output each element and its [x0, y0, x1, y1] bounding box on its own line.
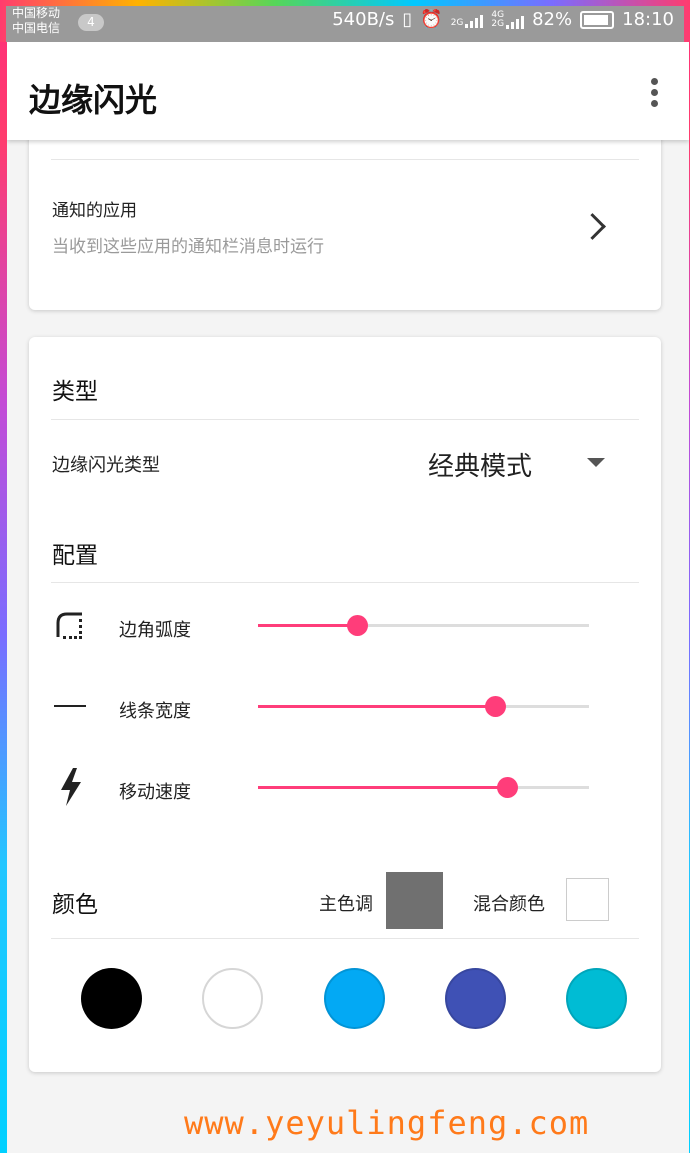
line-width-slider[interactable]: [258, 696, 589, 717]
speed-slider[interactable]: [258, 777, 589, 798]
watermark: www.yeyulingfeng.com: [184, 1104, 590, 1142]
signal-2: 4G 2G: [491, 10, 525, 29]
carrier-labels: 中国移动 中国电信: [12, 6, 60, 36]
signal-bars-icon: [465, 12, 484, 28]
chevron-right-icon: [579, 213, 606, 240]
divider: [51, 938, 639, 939]
status-bar: 中国移动 中国电信 4 540B/s ▯ ⏰ 2G 4G 2G 82% 18:1…: [0, 0, 690, 42]
notify-apps-item[interactable]: 通知的应用 当收到这些应用的通知栏消息时运行: [29, 160, 661, 270]
slider-label: 边角弧度: [119, 620, 191, 641]
edge-type-label: 边缘闪光类型: [52, 455, 160, 476]
line-width-icon: [54, 705, 86, 707]
slider-thumb[interactable]: [347, 615, 369, 636]
palette-color-5[interactable]: [566, 968, 627, 1029]
signal-2-label-bottom: 2G: [491, 18, 505, 29]
app-screen: 边缘闪光 通知的应用 当收到这些应用的通知栏消息时运行 类型 边缘闪光类型 经典…: [7, 42, 689, 1153]
edge-type-value: 经典模式: [428, 452, 533, 482]
page-title: 边缘闪光: [29, 81, 158, 119]
slider-fill: [258, 786, 507, 789]
slider-label: 线条宽度: [119, 701, 191, 722]
app-bar: 边缘闪光: [7, 42, 689, 140]
signal-1: 2G: [451, 12, 484, 28]
primary-color-swatch[interactable]: [386, 872, 443, 929]
carrier-2: 中国电信: [12, 21, 61, 35]
status-bar-inner: 中国移动 中国电信 4 540B/s ▯ ⏰ 2G 4G 2G 82% 18:1…: [6, 6, 684, 42]
status-icons: 540B/s ▯ ⏰ 2G 4G 2G 82% 18:10: [332, 9, 674, 30]
mix-color-label: 混合颜色: [473, 894, 545, 915]
config-section-header: 配置: [52, 543, 98, 569]
slider-row-corner: 边角弧度: [29, 602, 661, 662]
color-section-header: 颜色: [52, 892, 98, 918]
net-speed: 540B/s: [332, 9, 395, 30]
notification-count-badge: 4: [78, 14, 104, 31]
divider: [51, 582, 639, 583]
divider: [51, 419, 639, 420]
rounded-corner-icon: [56, 612, 82, 639]
edge-type-dropdown[interactable]: 经典模式: [419, 437, 619, 487]
battery-percent: 82%: [532, 9, 573, 30]
slider-row-width: 线条宽度: [29, 683, 661, 743]
vibrate-icon: ▯: [402, 9, 413, 30]
palette-color-4[interactable]: [445, 968, 506, 1029]
dropdown-arrow-icon: [587, 458, 605, 467]
slider-thumb[interactable]: [484, 696, 506, 717]
type-section-header: 类型: [52, 379, 98, 405]
battery-icon: [580, 10, 615, 29]
primary-color-label: 主色调: [319, 894, 373, 915]
slider-label: 移动速度: [119, 782, 191, 803]
settings-card: 类型 边缘闪光类型 经典模式 配置 边角弧度 线条宽度 移动速度 颜色 主色调 …: [29, 337, 661, 1072]
notify-apps-subtitle: 当收到这些应用的通知栏消息时运行: [52, 237, 324, 257]
palette-color-1[interactable]: [81, 968, 142, 1029]
flash-icon: [61, 768, 81, 806]
signal-1-label: 2G: [450, 17, 464, 28]
clock: 18:10: [622, 9, 674, 30]
slider-fill: [258, 705, 495, 708]
carrier-1: 中国移动: [12, 6, 61, 20]
more-vert-icon[interactable]: [649, 78, 659, 108]
palette-color-2[interactable]: [202, 968, 263, 1029]
corner-radius-slider[interactable]: [258, 615, 589, 636]
slider-row-speed: 移动速度: [29, 764, 661, 824]
alarm-icon: ⏰: [420, 9, 443, 30]
palette-color-3[interactable]: [324, 968, 385, 1029]
signal-bars-2-icon: [506, 13, 525, 29]
slider-thumb[interactable]: [496, 777, 518, 798]
notify-apps-title: 通知的应用: [52, 201, 137, 221]
mix-color-swatch[interactable]: [566, 878, 609, 921]
slider-fill: [258, 624, 358, 627]
